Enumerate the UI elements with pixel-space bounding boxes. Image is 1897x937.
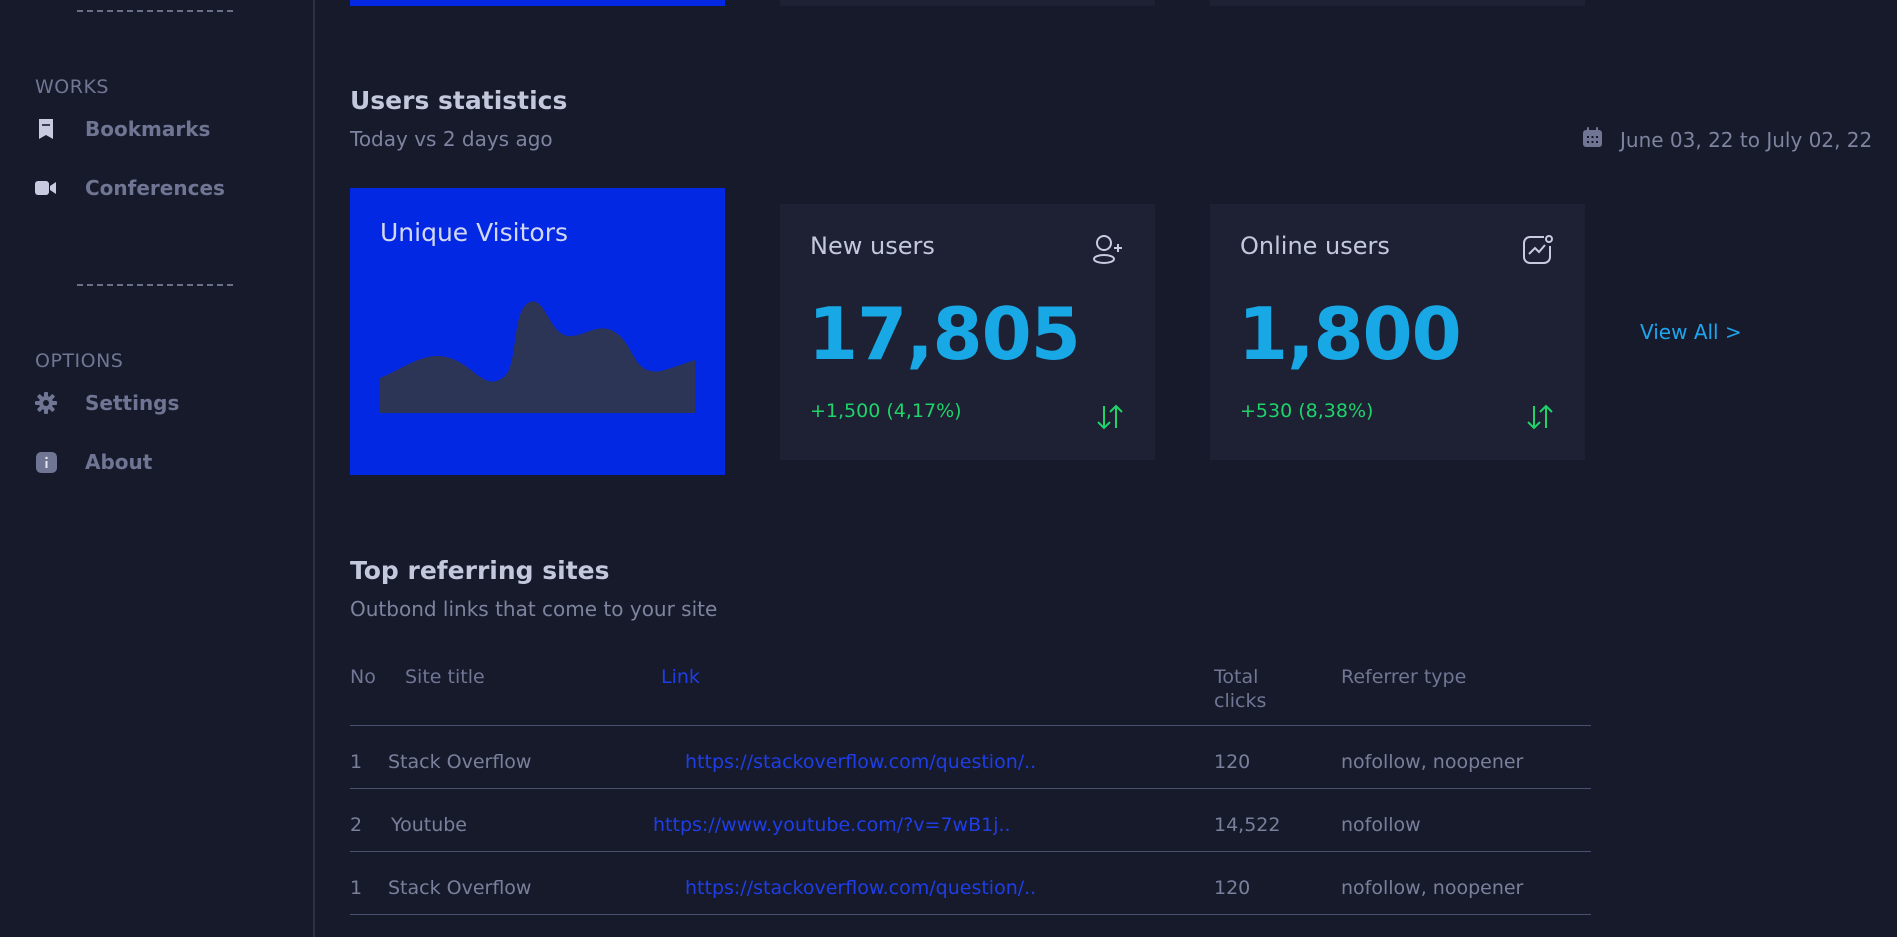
cell-total-clicks: 120 [1214,751,1251,773]
sidebar: WORKS Bookmarks Conferences OPTIONS Sett… [0,0,315,937]
sidebar-item-label: Settings [85,391,180,415]
user-add-icon [1092,234,1124,268]
section-subtitle: Today vs 2 days ago [350,127,553,151]
card-title: New users [810,232,935,260]
section-title-top-referring-sites: Top referring sites [350,556,610,585]
cell-total-clicks: 120 [1214,877,1251,899]
column-header-total-clicks: Total clicks [1214,665,1266,713]
gear-icon [35,392,57,414]
up-down-arrows-icon [1526,404,1554,434]
row-divider [350,851,1591,852]
section-title-users-statistics: Users statistics [350,86,568,115]
previous-card-edge [1210,0,1585,6]
sidebar-item-label: Conferences [85,176,225,200]
row-divider [350,914,1591,915]
cell-no: 1 [350,751,363,773]
cell-site-title: Stack Overflow [388,877,532,899]
video-camera-icon [35,177,57,199]
online-users-card[interactable]: Online users 1,800 +530 (8,38%) [1210,204,1585,460]
cell-no: 1 [350,877,363,899]
cell-site-title: Stack Overflow [388,751,532,773]
column-header-link: Link [661,666,700,688]
sidebar-item-label: About [85,450,153,474]
new-users-card[interactable]: New users 17,805 +1,500 (4,17%) [780,204,1155,460]
sidebar-item-settings[interactable]: Settings [35,391,179,415]
stat-value: 1,800 [1238,292,1462,376]
cell-referrer-type: nofollow, noopener [1341,751,1524,773]
section-label-options: OPTIONS [35,350,124,372]
section-label-works: WORKS [35,76,109,98]
cell-referrer-type: nofollow [1341,814,1421,836]
date-range-picker[interactable]: June 03, 22 to July 02, 22 [1583,127,1872,152]
cell-total-clicks: 14,522 [1214,814,1281,836]
info-icon [35,451,57,473]
cell-referrer-type: nofollow, noopener [1341,877,1524,899]
cell-link[interactable]: https://www.youtube.com/?v=7wB1j.. [653,814,1011,836]
trend-chart-icon [1522,234,1554,270]
cell-no: 2 [350,814,363,836]
calendar-icon [1583,127,1602,152]
column-header-referrer-type: Referrer type [1341,666,1467,688]
cell-link[interactable]: https://stackoverflow.com/question/.. [685,877,1036,899]
up-down-arrows-icon [1096,404,1124,434]
previous-card-edge [350,0,725,6]
bookmark-icon [35,118,57,140]
stat-delta: +1,500 (4,17%) [810,400,962,422]
card-title: Unique Visitors [380,218,569,247]
column-header-total-clicks-line2: clicks [1214,690,1267,712]
view-all-link[interactable]: View All > [1640,320,1742,344]
row-divider [350,788,1591,789]
card-title: Online users [1240,232,1390,260]
sidebar-item-conferences[interactable]: Conferences [35,176,225,200]
date-range-text: June 03, 22 to July 02, 22 [1620,127,1873,152]
cell-link[interactable]: https://stackoverflow.com/question/.. [685,751,1036,773]
column-header-total-clicks-line1: Total [1214,666,1259,688]
stat-value: 17,805 [808,292,1081,376]
stat-delta: +530 (8,38%) [1240,400,1374,422]
sidebar-item-about[interactable]: About [35,450,152,474]
sidebar-divider [77,284,233,286]
sidebar-item-label: Bookmarks [85,117,211,141]
column-header-no: No [350,666,376,688]
table-header-divider [350,725,1591,726]
previous-card-edge [780,0,1155,6]
unique-visitors-area-chart [380,301,695,413]
sidebar-item-bookmarks[interactable]: Bookmarks [35,117,210,141]
section-subtitle: Outbond links that come to your site [350,597,718,621]
column-header-site-title: Site title [405,666,485,688]
main-content: Users statistics Today vs 2 days ago Jun… [350,0,1897,937]
unique-visitors-card[interactable]: Unique Visitors [350,188,725,475]
cell-site-title: Youtube [391,814,467,836]
sidebar-divider [77,10,233,12]
